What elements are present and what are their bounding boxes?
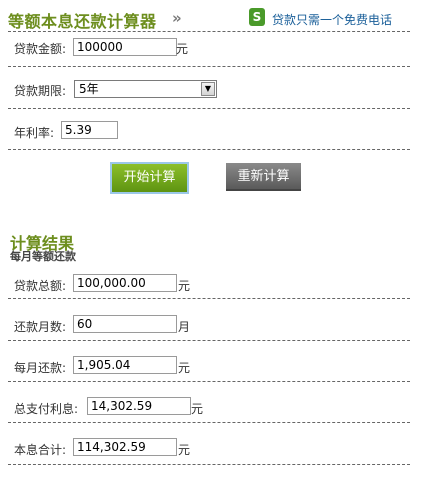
term-select[interactable]: 5年 ▼ (74, 80, 217, 98)
amount-unit: 元 (176, 42, 189, 56)
divider (8, 31, 410, 32)
months-label: 还款月数: (14, 320, 67, 334)
divider (8, 464, 410, 465)
interest-field[interactable] (87, 397, 191, 415)
divider (8, 149, 410, 150)
interest-label: 总支付利息: (14, 402, 79, 416)
total-loan-field[interactable] (73, 274, 177, 292)
reset-calculation-button[interactable]: 重新计算 (226, 163, 301, 191)
monthly-field[interactable] (73, 356, 177, 374)
dropdown-arrow-icon[interactable]: ▼ (201, 82, 215, 96)
free-phone-link[interactable]: 贷款只需一个免费电话 (272, 11, 392, 28)
months-unit: 月 (178, 320, 191, 334)
double-chevron-icon: » (172, 9, 182, 27)
amount-input[interactable] (73, 38, 177, 56)
results-subtitle: 每月等额还款 (10, 250, 76, 263)
divider (8, 298, 410, 299)
monthly-unit: 元 (178, 361, 191, 375)
amount-label: 贷款金额: (14, 42, 67, 56)
rate-label: 年利率: (14, 126, 55, 140)
sum-label: 本息合计: (14, 443, 67, 457)
start-calculation-button[interactable]: 开始计算 (110, 162, 189, 194)
monthly-label: 每月还款: (14, 361, 67, 375)
divider (8, 422, 410, 423)
interest-unit: 元 (191, 402, 204, 416)
phone-badge-icon[interactable]: S (249, 8, 265, 26)
months-field[interactable] (73, 315, 177, 333)
sum-unit: 元 (178, 443, 191, 457)
total-loan-unit: 元 (178, 279, 191, 293)
divider (8, 108, 410, 109)
divider (8, 66, 410, 67)
total-loan-label: 贷款总额: (14, 279, 67, 293)
divider (8, 381, 410, 382)
term-label: 贷款期限: (14, 84, 67, 98)
sum-field[interactable] (73, 438, 177, 456)
divider (8, 340, 410, 341)
rate-input[interactable] (61, 121, 118, 139)
term-selected-value: 5年 (79, 82, 99, 96)
calculator-title: 等额本息还款计算器 (8, 12, 157, 31)
